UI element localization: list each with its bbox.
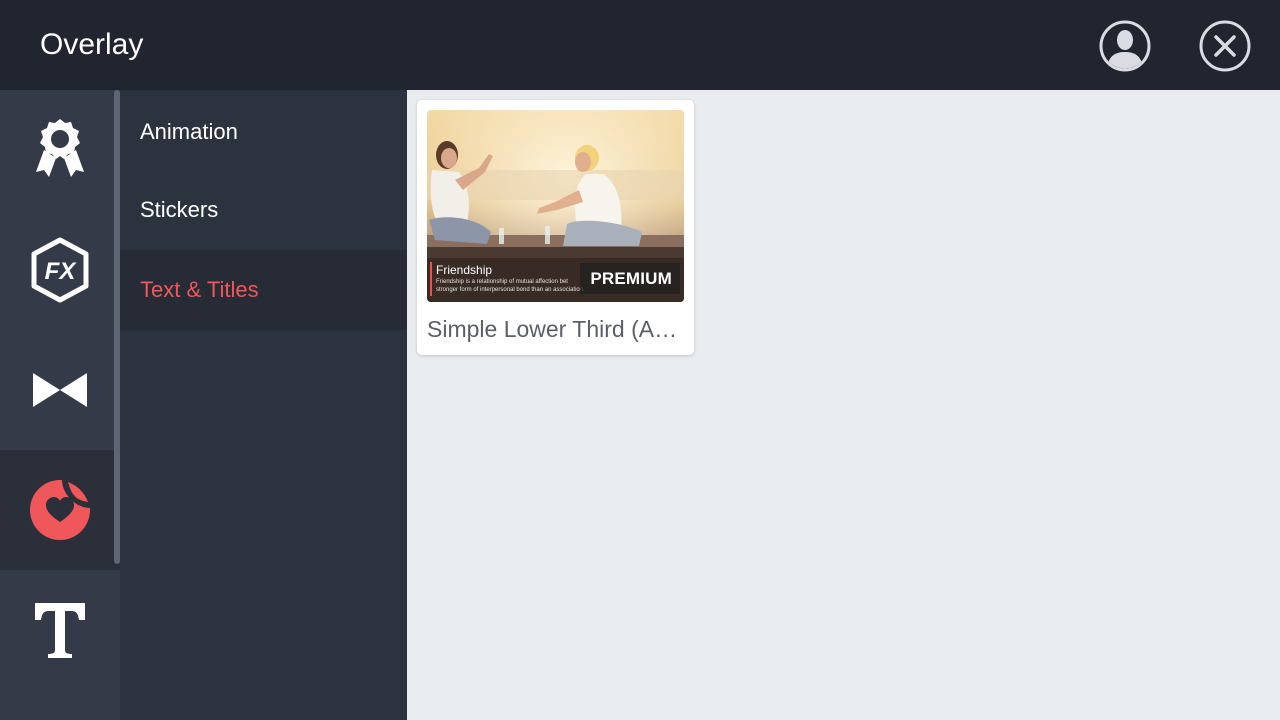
premium-badge: PREMIUM	[580, 263, 680, 294]
rail-item-text[interactable]	[0, 570, 120, 690]
template-card-label: Simple Lower Third (A…	[427, 316, 678, 342]
rail-item-effects[interactable]: FX	[0, 210, 120, 330]
content-area: Friendship Friendship is a relationship …	[407, 90, 1280, 720]
lower-third-description: Friendship is a relationship of mutual a…	[436, 278, 596, 294]
submenu-item-animation[interactable]: Animation	[120, 92, 407, 172]
svg-text:FX: FX	[45, 258, 78, 285]
submenu-item-stickers[interactable]: Stickers	[120, 170, 407, 250]
text-t-icon	[35, 603, 85, 658]
award-badge-icon	[36, 119, 84, 177]
lower-third-accent-bar	[430, 262, 432, 296]
close-button[interactable]	[1199, 20, 1251, 72]
close-icon	[1199, 20, 1251, 72]
rail-item-premium[interactable]	[0, 90, 120, 210]
rail-item-stickers[interactable]	[0, 450, 120, 570]
heart-sticker-icon	[30, 480, 90, 540]
lower-third-desc-line-2: stronger form of interpersonal bond than…	[436, 287, 585, 293]
page-title: Overlay	[40, 28, 144, 61]
account-button[interactable]	[1099, 20, 1151, 72]
lower-third-title: Friendship	[436, 263, 493, 277]
bowtie-transition-icon	[33, 373, 87, 407]
submenu-item-text-titles[interactable]: Text & Titles	[120, 250, 407, 330]
top-bar: Overlay	[0, 0, 1280, 90]
template-card[interactable]: Friendship Friendship is a relationship …	[417, 100, 694, 355]
fx-icon: FX	[31, 237, 89, 303]
account-icon	[1099, 20, 1151, 72]
rail-item-transitions[interactable]	[0, 330, 120, 450]
category-rail: FX	[0, 90, 120, 720]
template-thumbnail[interactable]: Friendship Friendship is a relationship …	[427, 110, 684, 302]
submenu-panel: Animation Stickers Text & Titles	[120, 90, 407, 720]
lower-third-desc-line-1: Friendship is a relationship of mutual a…	[436, 279, 568, 285]
